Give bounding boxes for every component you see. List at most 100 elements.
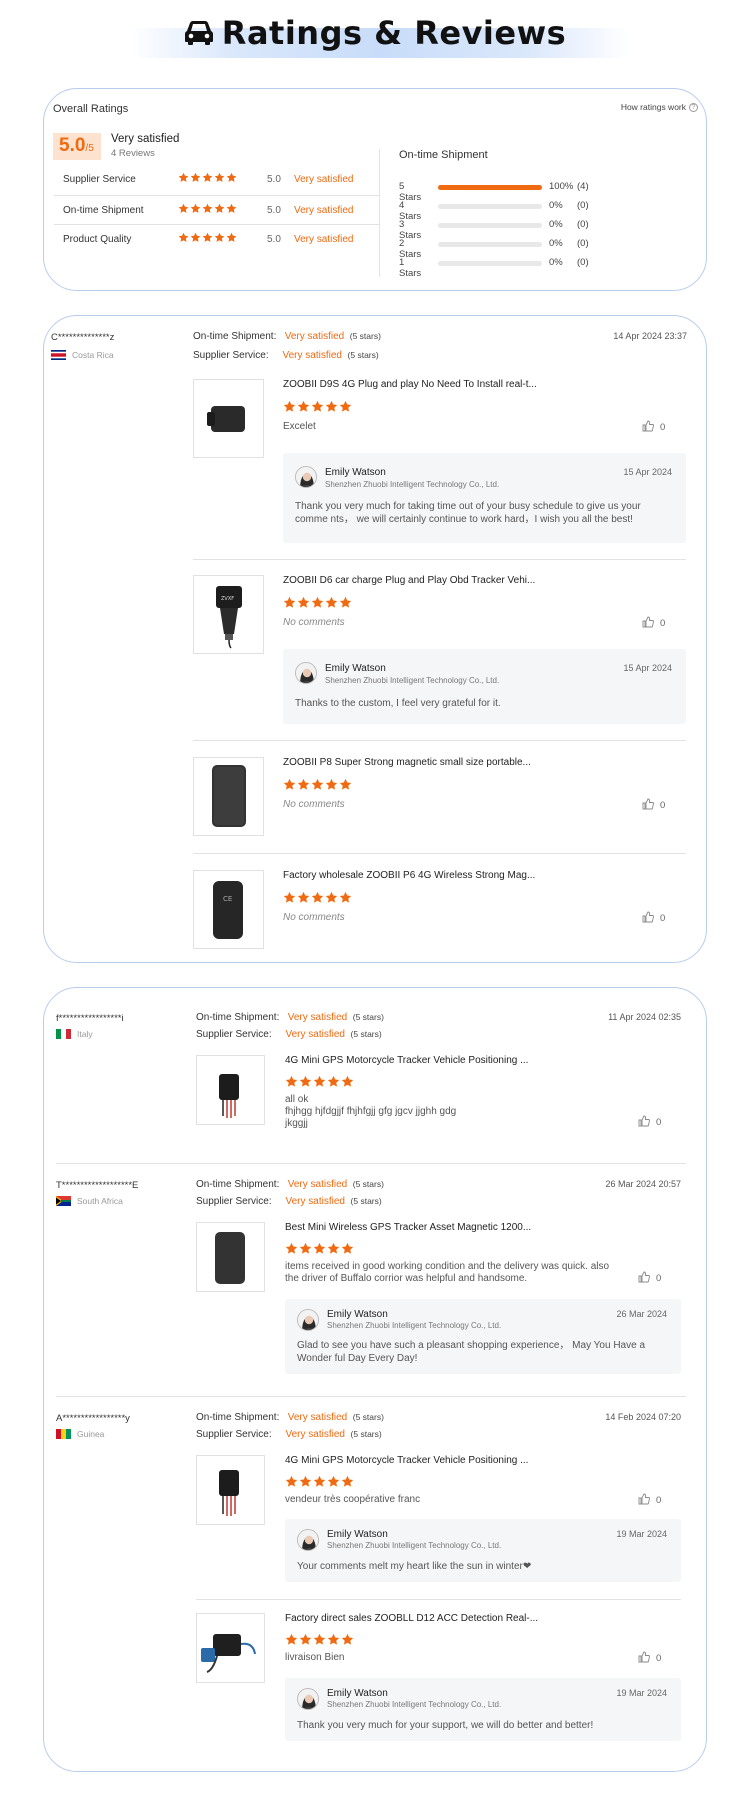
seller-reply: Emily Watson Shenzhen Zhuobi Intelligent… bbox=[285, 1299, 681, 1374]
category-satisfaction: Very satisfied bbox=[294, 174, 354, 185]
like-button[interactable]: 0 bbox=[638, 1115, 661, 1130]
product-image[interactable]: ZVXF bbox=[193, 575, 264, 654]
dist-percent: 0% bbox=[549, 257, 563, 268]
product-image[interactable] bbox=[193, 379, 264, 458]
like-button[interactable]: 0 bbox=[642, 616, 665, 631]
metric-shipment: On-time Shipment: Very satisfied (5 star… bbox=[196, 1412, 384, 1423]
reviewer-country: Guinea bbox=[56, 1429, 104, 1439]
star-icon bbox=[178, 232, 190, 246]
star-icon bbox=[327, 1075, 341, 1092]
review-comment-line: fhjhgg hjfdgjjf fhjhfgjj gfg jgcv jjghh … bbox=[285, 1106, 457, 1117]
metric-label: On-time Shipment: bbox=[196, 1412, 280, 1423]
product-image[interactable]: CE bbox=[193, 870, 264, 949]
country-name: Italy bbox=[77, 1029, 93, 1039]
product-title[interactable]: ZOOBII D6 car charge Plug and Play Obd T… bbox=[283, 575, 535, 586]
metric-stars: (5 stars) bbox=[347, 350, 379, 360]
product-image[interactable] bbox=[196, 1613, 265, 1683]
star-rating bbox=[285, 1075, 355, 1093]
product-image[interactable] bbox=[193, 757, 264, 836]
review-comment: vendeur très coopérative franc bbox=[285, 1494, 421, 1505]
star-icon bbox=[327, 1633, 341, 1650]
overall-ratings-card: Overall Ratings How ratings work ? 5.0/5… bbox=[43, 88, 707, 291]
review-comment: No comments bbox=[283, 617, 345, 628]
like-count: 0 bbox=[656, 1117, 662, 1128]
metric-service: Supplier Service: Very satisfied (5 star… bbox=[196, 1429, 382, 1440]
like-button[interactable]: 0 bbox=[642, 911, 665, 926]
review-comment-line: items received in good working condition… bbox=[285, 1261, 610, 1272]
thumbs-up-icon bbox=[638, 1271, 650, 1286]
like-button[interactable]: 0 bbox=[638, 1651, 661, 1666]
dist-bar-track bbox=[438, 185, 542, 190]
metric-value: Very satisfied bbox=[287, 1412, 348, 1423]
star-icon bbox=[299, 1633, 313, 1650]
product-title[interactable]: ZOOBII D9S 4G Plug and play No Need To I… bbox=[283, 379, 537, 390]
country-name: South Africa bbox=[77, 1196, 123, 1206]
reply-text: Thank you very much for taking time out … bbox=[295, 501, 641, 525]
reply-company: Shenzhen Zhuobi Intelligent Technology C… bbox=[327, 1541, 502, 1550]
category-satisfaction: Very satisfied bbox=[294, 205, 354, 216]
seller-reply: Emily Watson Shenzhen Zhuobi Intelligent… bbox=[285, 1519, 681, 1582]
dist-count: (4) bbox=[577, 181, 589, 192]
metric-service: Supplier Service: Very satisfied (5 star… bbox=[196, 1196, 382, 1207]
star-icon bbox=[341, 1075, 355, 1092]
product-title[interactable]: 4G Mini GPS Motorcycle Tracker Vehicle P… bbox=[285, 1455, 528, 1466]
like-button[interactable]: 0 bbox=[642, 798, 665, 813]
reviewer-name: f*****************i bbox=[56, 1013, 124, 1024]
review-divider bbox=[56, 1163, 686, 1164]
guinea-flag-icon bbox=[56, 1429, 71, 1439]
svg-text:CE: CE bbox=[223, 895, 232, 903]
dist-bar-track bbox=[438, 223, 542, 228]
product-title[interactable]: Best Mini Wireless GPS Tracker Asset Mag… bbox=[285, 1222, 531, 1233]
star-icon bbox=[285, 1242, 299, 1259]
reply-author: Emily Watson bbox=[327, 1688, 388, 1699]
thumbs-up-icon bbox=[642, 420, 654, 435]
reviewer-name: A*****************y bbox=[56, 1413, 130, 1424]
product-image[interactable] bbox=[196, 1222, 265, 1292]
metric-label: Supplier Service: bbox=[193, 350, 269, 361]
product-image[interactable] bbox=[196, 1055, 265, 1125]
reviewer-name: C**************z bbox=[51, 332, 115, 343]
star-icon bbox=[297, 596, 311, 613]
metric-value: Very satisfied bbox=[285, 1029, 345, 1040]
reply-date: 26 Mar 2024 bbox=[616, 1309, 667, 1319]
like-count: 0 bbox=[660, 913, 666, 924]
score-max: /5 bbox=[85, 143, 94, 154]
metric-label: Supplier Service: bbox=[196, 1029, 272, 1040]
page-title-text: Ratings & Reviews bbox=[221, 14, 567, 52]
reviews-count: 4 Reviews bbox=[111, 148, 155, 159]
dist-bar-track bbox=[438, 261, 542, 266]
question-icon: ? bbox=[689, 102, 698, 112]
reply-author: Emily Watson bbox=[327, 1529, 388, 1540]
star-rating bbox=[178, 172, 238, 186]
reply-text: Glad to see you have such a pleasant sho… bbox=[297, 1340, 646, 1364]
star-icon bbox=[325, 778, 339, 795]
like-button[interactable]: 0 bbox=[642, 420, 665, 435]
product-title[interactable]: Factory wholesale ZOOBII P6 4G Wireless … bbox=[283, 870, 535, 881]
metric-label: On-time Shipment: bbox=[193, 331, 277, 342]
product-title[interactable]: 4G Mini GPS Motorcycle Tracker Vehicle P… bbox=[285, 1055, 528, 1066]
star-icon bbox=[178, 203, 190, 217]
like-count: 0 bbox=[660, 800, 666, 811]
product-title[interactable]: Factory direct sales ZOOBLL D12 ACC Dete… bbox=[285, 1613, 538, 1624]
review-date: 14 Feb 2024 07:20 bbox=[605, 1412, 681, 1422]
category-row-on-time-shipment[interactable]: On-time Shipment 5.0 Very satisfied bbox=[54, 195, 380, 225]
item-divider bbox=[196, 1599, 681, 1600]
reply-date: 15 Apr 2024 bbox=[623, 467, 672, 477]
thumbs-up-icon bbox=[642, 798, 654, 813]
reviewer-country: South Africa bbox=[56, 1196, 123, 1206]
category-label: Product Quality bbox=[63, 234, 132, 245]
seller-reply: Emily Watson Shenzhen Zhuobi Intelligent… bbox=[283, 453, 686, 543]
svg-text:ZVXF: ZVXF bbox=[221, 596, 234, 602]
star-rating bbox=[285, 1475, 355, 1493]
star-icon bbox=[299, 1075, 313, 1092]
how-ratings-work-link[interactable]: How ratings work ? bbox=[621, 102, 698, 112]
review-comment: livraison Bien bbox=[285, 1652, 345, 1663]
metric-stars: (5 stars) bbox=[350, 1029, 382, 1039]
product-title[interactable]: ZOOBII P8 Super Strong magnetic small si… bbox=[283, 757, 531, 768]
product-image[interactable] bbox=[196, 1455, 265, 1525]
like-button[interactable]: 0 bbox=[638, 1271, 661, 1286]
review-divider bbox=[56, 1396, 686, 1397]
star-rating bbox=[283, 596, 353, 614]
overall-score: 5.0/5 bbox=[53, 133, 101, 160]
like-button[interactable]: 0 bbox=[638, 1493, 661, 1508]
